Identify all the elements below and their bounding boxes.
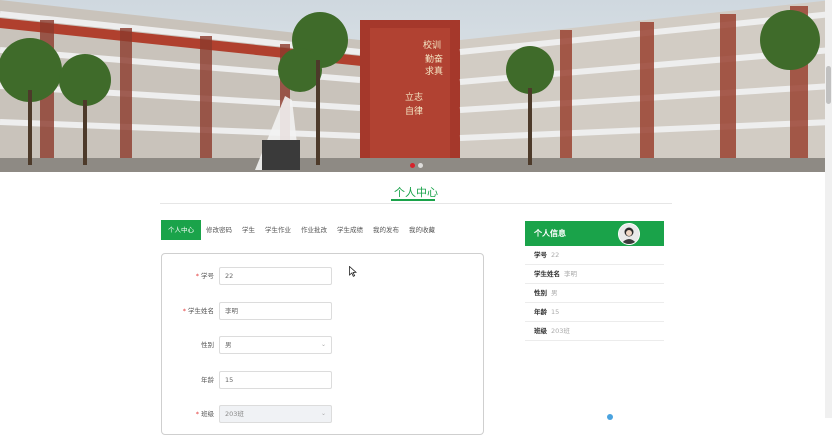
page-title: 个人中心 [394, 186, 438, 199]
profile-tabs: 个人中心 修改密码 学生 学生作业 作业批改 学生成绩 我的发布 我的收藏 [161, 220, 440, 240]
avatar[interactable] [618, 223, 640, 245]
age-input[interactable]: 15 [219, 371, 332, 389]
field-label: 年龄 [201, 376, 214, 384]
tab-change-password[interactable]: 修改密码 [201, 220, 237, 240]
student-id-input[interactable]: 22 [219, 267, 332, 285]
gender-select[interactable]: 男 ⌄ [219, 336, 332, 354]
info-key: 班级 [534, 327, 547, 335]
form-row-gender: 性别 男 ⌄ [162, 336, 483, 354]
info-panel-header: 个人信息 [525, 221, 664, 246]
banner-sign-text: 自律 [405, 105, 423, 117]
required-mark: * [182, 307, 186, 315]
banner-sign-text: 勤奋 [425, 53, 443, 65]
field-label: * 学生姓名 [162, 302, 214, 320]
field-label-text: 学号 [201, 272, 214, 280]
profile-form: * 学号 22 * 学生姓名 李明 性别 男 ⌄ 年龄 15 * 班级 203班 ⌄ [161, 253, 484, 435]
carousel-dot[interactable] [418, 163, 423, 168]
page-scrollbar[interactable] [825, 0, 832, 418]
tab-my-favorites[interactable]: 我的收藏 [404, 220, 440, 240]
required-mark: * [195, 272, 199, 280]
tab-student-homework[interactable]: 学生作业 [260, 220, 296, 240]
info-key: 学生姓名 [534, 270, 560, 278]
class-select[interactable]: 203班 ⌄ [219, 405, 332, 423]
info-key: 学号 [534, 251, 547, 259]
required-mark: * [195, 410, 199, 418]
field-label-text: 班级 [201, 410, 214, 418]
tab-student-scores[interactable]: 学生成绩 [332, 220, 368, 240]
gender-select-value: 男 [225, 341, 232, 349]
info-row-student-id: 学号 22 [525, 246, 664, 265]
info-key: 年龄 [534, 308, 547, 316]
banner-sign-text: 求真 [425, 65, 443, 77]
chevron-down-icon: ⌄ [320, 410, 326, 417]
field-label: * 班级 [162, 405, 214, 423]
tab-homework-grading[interactable]: 作业批改 [296, 220, 332, 240]
banner-sign-text: 校训 [423, 39, 441, 51]
info-panel-title: 个人信息 [534, 229, 566, 238]
user-avatar-icon [619, 224, 639, 244]
info-value: 男 [551, 289, 558, 297]
chevron-down-icon: ⌄ [320, 341, 326, 348]
carousel-dot[interactable] [410, 163, 415, 168]
field-label: 性别 [201, 341, 214, 349]
class-select-value: 203班 [225, 410, 244, 418]
form-row-age: 年龄 15 [162, 371, 483, 389]
student-name-input[interactable]: 李明 [219, 302, 332, 320]
title-underline [391, 199, 435, 201]
info-value: 203班 [551, 327, 570, 335]
field-label: * 学号 [162, 267, 214, 285]
mouse-cursor-icon [349, 266, 357, 277]
info-row-gender: 性别男 [525, 284, 664, 303]
tab-students[interactable]: 学生 [237, 220, 260, 240]
info-value: 15 [551, 308, 560, 316]
banner-sign-text: 立志 [405, 91, 423, 103]
hero-banner: 校训 勤奋 求真 立志 自律 [0, 0, 832, 172]
form-row-student-name: * 学生姓名 李明 [162, 302, 483, 320]
info-row-class: 班级 203班 [525, 322, 664, 341]
field-label-text: 学生姓名 [188, 307, 214, 315]
school-building-photo: 校训 勤奋 求真 立志 自律 [0, 0, 832, 172]
form-row-class: * 班级 203班 ⌄ [162, 405, 483, 423]
divider [160, 203, 672, 204]
info-key: 性别 [534, 289, 547, 297]
scrollbar-thumb[interactable] [826, 66, 831, 104]
floating-icon[interactable] [607, 414, 613, 420]
info-value: 22 [551, 251, 560, 259]
form-row-student-id: * 学号 22 [162, 267, 483, 285]
tab-my-posts[interactable]: 我的发布 [368, 220, 404, 240]
profile-info-panel: 个人信息 学号 22 学生姓名 李明 性别男 年龄 15 班级 203班 [525, 221, 664, 341]
info-row-student-name: 学生姓名 李明 [525, 265, 664, 284]
info-value: 李明 [564, 270, 577, 278]
info-row-age: 年龄 15 [525, 303, 664, 322]
tab-profile-center[interactable]: 个人中心 [161, 220, 201, 240]
